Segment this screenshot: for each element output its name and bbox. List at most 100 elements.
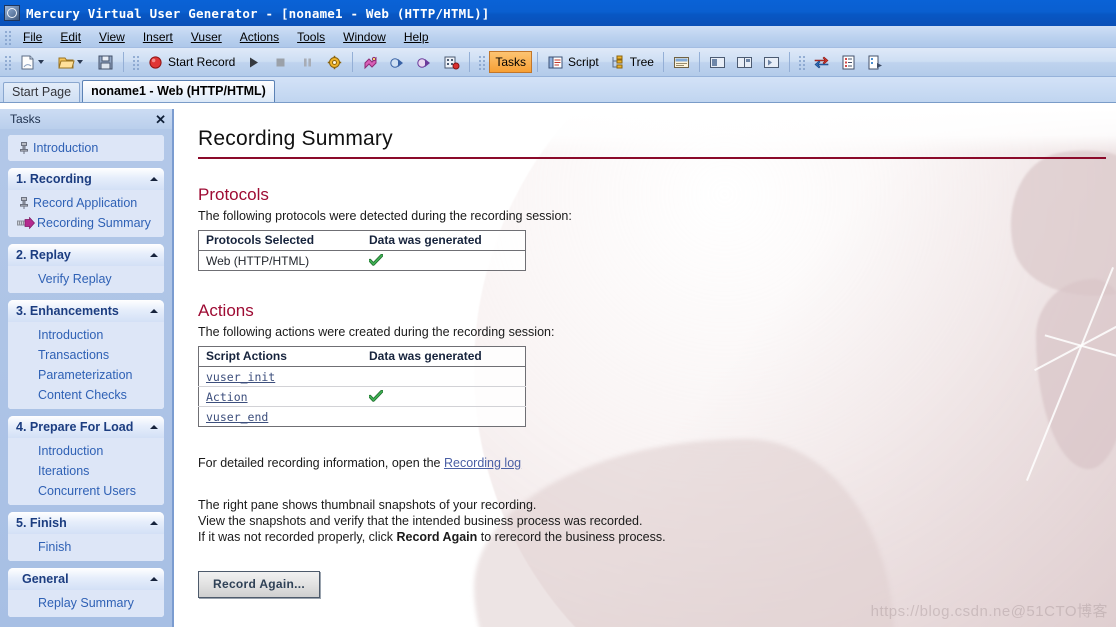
sidebar-item-load-introduction[interactable]: Introduction: [8, 441, 164, 461]
action-link-vuser-init[interactable]: vuser_init: [206, 370, 275, 384]
tasks-view-button[interactable]: Tasks: [489, 51, 532, 73]
chevron-up-icon[interactable]: [150, 425, 158, 429]
sidebar-item-iterations[interactable]: Iterations: [8, 461, 164, 481]
start-record-button[interactable]: Start Record: [143, 51, 239, 73]
sidebar-item-iterations-label: Iterations: [38, 464, 89, 478]
toolbar-drag-grip-1[interactable]: [3, 54, 12, 70]
toolbar-drag-grip-2[interactable]: [131, 54, 140, 70]
menu-help[interactable]: Help: [395, 28, 438, 46]
new-script-button[interactable]: [15, 51, 52, 73]
parameter-icon: [362, 54, 379, 71]
actions-intro: The following actions were created durin…: [198, 325, 1116, 340]
parameter-list-button[interactable]: [358, 51, 383, 73]
layout-split-button[interactable]: [732, 51, 757, 73]
recording-log-note-prefix: For detailed recording information, open…: [198, 456, 444, 470]
refresh-button[interactable]: [809, 51, 834, 73]
tab-noname1[interactable]: noname1 - Web (HTTP/HTML): [82, 80, 275, 102]
insert-rendezvous-button[interactable]: [439, 51, 464, 73]
menu-insert[interactable]: Insert: [134, 28, 182, 46]
action-link-vuser-end[interactable]: vuser_end: [206, 410, 268, 424]
tasks-view-label: Tasks: [495, 55, 526, 69]
record-again-button[interactable]: Record Again...: [198, 571, 320, 598]
action-generated-vuser-init: [362, 367, 526, 387]
start-record-label: Start Record: [168, 55, 235, 69]
tab-start-page[interactable]: Start Page: [3, 82, 80, 102]
sidebar-item-replay-summary[interactable]: Replay Summary: [8, 593, 164, 613]
toolbar-drag-grip-4[interactable]: [797, 54, 806, 70]
menu-tools[interactable]: Tools: [288, 28, 334, 46]
sidebar-item-content-checks[interactable]: Content Checks: [8, 385, 164, 405]
sidebar-item-transactions-label: Transactions: [38, 348, 109, 362]
toolbar-separator-6: [699, 52, 700, 72]
open-script-dropdown-arrow[interactable]: [77, 60, 83, 64]
start-transaction-button[interactable]: [385, 51, 410, 73]
end-transaction-button[interactable]: [412, 51, 437, 73]
pause-button[interactable]: [295, 51, 320, 73]
application-window: Mercury Virtual User Generator - [noname…: [0, 0, 1116, 627]
menu-tools-label: Tools: [297, 30, 325, 44]
menu-drag-grip[interactable]: [3, 29, 12, 45]
toolbar-drag-grip-3[interactable]: [477, 54, 486, 70]
open-report-button[interactable]: [836, 51, 861, 73]
new-document-icon: [19, 54, 36, 71]
pause-icon: [299, 54, 316, 71]
sidebar-item-transactions[interactable]: Transactions: [8, 345, 164, 365]
sidebar-group-enhancements: 3. Enhancements Introduction Transaction…: [8, 300, 164, 409]
recording-log-link[interactable]: Recording log: [444, 456, 521, 470]
new-script-dropdown-arrow[interactable]: [38, 60, 44, 64]
sidebar-group-enhancements-items: Introduction Transactions Parameterizati…: [8, 322, 164, 409]
snapshot-view-button[interactable]: [669, 51, 694, 73]
close-icon[interactable]: ✕: [155, 113, 166, 126]
script-view-icon: [547, 54, 564, 71]
sidebar-item-finish[interactable]: Finish: [8, 537, 164, 557]
menu-edit[interactable]: Edit: [51, 28, 90, 46]
page-title-rule: [198, 157, 1106, 159]
sidebar-group-enhancements-header[interactable]: 3. Enhancements: [8, 300, 164, 322]
protocols-heading: Protocols: [198, 185, 1116, 205]
run-button[interactable]: [241, 51, 266, 73]
chevron-up-icon[interactable]: [150, 521, 158, 525]
script-view-label: Script: [568, 55, 599, 69]
sidebar-group-prepare-for-load-header[interactable]: 4. Prepare For Load: [8, 416, 164, 438]
tasks-sidebar: Tasks ✕ Introduction: [0, 109, 174, 627]
sidebar-group-finish-header[interactable]: 5. Finish: [8, 512, 164, 534]
menu-file[interactable]: File: [14, 28, 51, 46]
chevron-up-icon[interactable]: [150, 177, 158, 181]
menu-insert-label: Insert: [143, 30, 173, 44]
layout-right-button[interactable]: [759, 51, 784, 73]
protocol-name-web: Web (HTTP/HTML): [199, 251, 363, 271]
sidebar-group-enhancements-title: 3. Enhancements: [16, 304, 150, 318]
runtime-settings-button[interactable]: [322, 51, 347, 73]
menu-vuser[interactable]: Vuser: [182, 28, 231, 46]
sidebar-group-replay-header[interactable]: 2. Replay: [8, 244, 164, 266]
menu-window-label: Window: [343, 30, 386, 44]
script-view-button[interactable]: Script: [543, 51, 603, 73]
sidebar-item-introduction[interactable]: Introduction: [8, 135, 164, 161]
chevron-up-icon[interactable]: [150, 253, 158, 257]
menu-actions[interactable]: Actions: [231, 28, 288, 46]
layout-left-button[interactable]: [705, 51, 730, 73]
snapshot-instructions-line3-prefix: If it was not recorded properly, click: [198, 530, 396, 544]
sidebar-item-enh-introduction[interactable]: Introduction: [8, 325, 164, 345]
sidebar-group-finish: 5. Finish Finish: [8, 512, 164, 561]
menu-view[interactable]: View: [90, 28, 134, 46]
run-logic-button[interactable]: [863, 51, 888, 73]
stop-button[interactable]: [268, 51, 293, 73]
sidebar-group-general-header[interactable]: General: [8, 568, 164, 590]
open-script-button[interactable]: [54, 51, 91, 73]
sidebar-item-record-application[interactable]: Record Application: [8, 193, 164, 213]
protocols-col-name: Protocols Selected: [199, 231, 363, 251]
sidebar-group-finish-title: 5. Finish: [16, 516, 150, 530]
sidebar-item-recording-summary[interactable]: Recording Summary: [8, 213, 164, 233]
action-link-action[interactable]: Action: [206, 390, 248, 404]
save-script-button[interactable]: [93, 51, 118, 73]
actions-table-header-row: Script Actions Data was generated: [199, 347, 526, 367]
sidebar-item-parameterization[interactable]: Parameterization: [8, 365, 164, 385]
tree-view-button[interactable]: Tree: [605, 51, 658, 73]
menu-window[interactable]: Window: [334, 28, 395, 46]
chevron-up-icon[interactable]: [150, 309, 158, 313]
sidebar-group-recording-header[interactable]: 1. Recording: [8, 168, 164, 190]
chevron-up-icon[interactable]: [150, 577, 158, 581]
sidebar-item-concurrent-users[interactable]: Concurrent Users: [8, 481, 164, 501]
sidebar-item-verify-replay[interactable]: Verify Replay: [8, 269, 164, 289]
